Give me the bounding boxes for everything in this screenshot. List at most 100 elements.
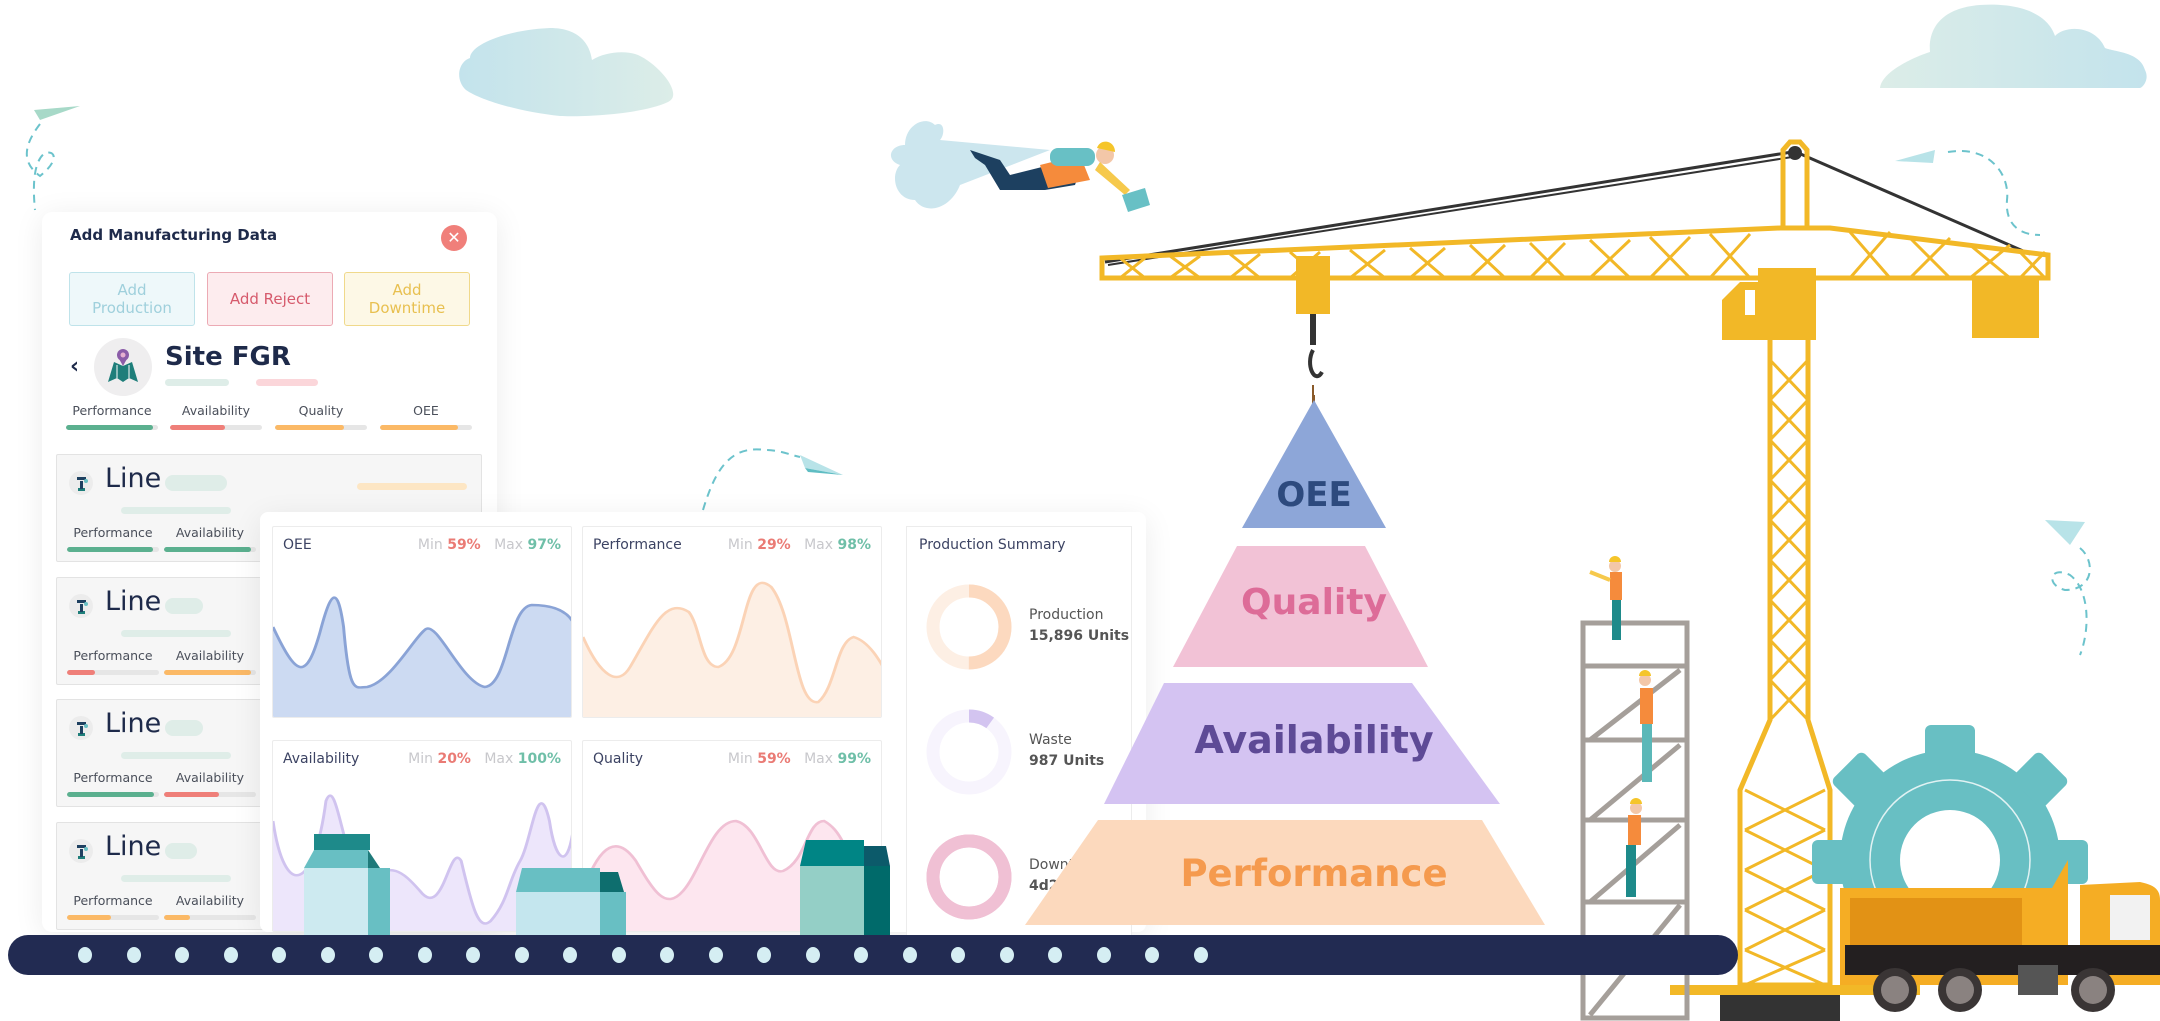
max-value: 97%	[527, 537, 561, 553]
donut-value	[926, 834, 1012, 920]
conveyor-roller	[417, 947, 432, 963]
conveyor-roller	[805, 947, 820, 963]
add-reject-button[interactable]: Add Reject	[207, 272, 333, 326]
line-metric-bar	[67, 547, 159, 552]
min-label: Min	[417, 537, 443, 553]
line-metric-bar	[164, 547, 256, 552]
add-production-button[interactable]: Add Production	[69, 272, 195, 326]
max-label: Max	[494, 537, 524, 553]
pyramid-label-performance: Performance	[1180, 852, 1448, 895]
donut-chart	[926, 834, 1012, 920]
site-metric-bar-fill	[380, 425, 459, 430]
conveyor-roller	[757, 947, 771, 963]
placeholder-pill	[165, 843, 197, 859]
max-value: 99%	[837, 751, 871, 767]
sparkline-area	[273, 596, 571, 717]
conveyor-roller	[1145, 947, 1159, 963]
line-name: Line	[105, 463, 162, 494]
chart-title: Performance	[593, 537, 682, 553]
conveyor-roller	[320, 947, 335, 963]
close-button[interactable]: ✕	[441, 225, 467, 251]
conveyor-roller	[223, 947, 238, 963]
max-label: Max	[804, 751, 834, 767]
pyramid-label-availability: Availability	[1194, 718, 1434, 762]
robot-arm-icon	[69, 839, 93, 863]
site-metric-bar-fill	[275, 425, 344, 430]
map-pin-icon	[108, 349, 138, 382]
close-icon: ✕	[447, 228, 461, 247]
line-metric-bar-fill	[67, 915, 112, 920]
site-metric-label: Performance	[72, 403, 152, 418]
chart-title: Availability	[283, 751, 360, 767]
conveyor-roller	[708, 947, 723, 963]
line-metric-bar-fill	[164, 792, 220, 797]
line-metric-bar-fill	[67, 547, 153, 552]
robot-arm-icon	[69, 594, 93, 618]
line-metric-label: Performance	[73, 770, 153, 785]
line-metric-bar	[164, 915, 256, 920]
summary-item: Production 15,896 Units	[919, 577, 1129, 677]
conveyor-roller	[1048, 947, 1062, 963]
line-metric-bar-fill	[164, 915, 190, 920]
paper-plane-icon	[1895, 149, 2041, 236]
min-label: Min	[408, 751, 433, 767]
line-metric-bar-fill	[164, 547, 252, 552]
chart-title: Quality	[593, 751, 644, 767]
line-metric-label: Performance	[73, 648, 153, 663]
conveyor-roller	[369, 947, 383, 963]
placeholder-pill	[165, 379, 229, 386]
placeholder-pill	[165, 720, 203, 736]
sparkline-fill	[273, 597, 571, 717]
conveyor-roller	[466, 947, 480, 963]
site-name: Site FGR	[165, 342, 291, 372]
site-metric-label: Quality	[298, 403, 344, 418]
chevron-left-icon[interactable]: ‹	[70, 354, 79, 379]
conveyor-roller	[175, 947, 189, 963]
min-value: 29%	[757, 537, 791, 553]
line-metric-bar	[67, 792, 159, 797]
summary-item: Downtime 4d2	[919, 827, 1100, 927]
placeholder-pill	[256, 379, 318, 386]
line-metric-bar	[164, 792, 256, 797]
max-label: Max	[484, 751, 514, 767]
line-metric-bar	[67, 670, 159, 675]
add-downtime-button[interactable]: Add Downtime	[344, 272, 470, 326]
conveyor-roller	[999, 947, 1014, 963]
line-name: Line	[105, 708, 162, 739]
paper-plane-icon	[702, 448, 843, 511]
conveyor-roller	[563, 947, 577, 963]
site-metric-label: OEE	[413, 403, 439, 418]
summary-item: Waste 987 Units	[919, 702, 1104, 802]
donut-track	[926, 709, 1012, 795]
conveyor-belt-icon	[8, 935, 1738, 975]
site-metric-bar	[275, 425, 367, 430]
placeholder-pill	[357, 483, 467, 490]
site-metric-bar	[66, 425, 158, 430]
min-value: 20%	[437, 751, 471, 767]
line-metric-bar	[164, 670, 256, 675]
line-metric-label: Availability	[175, 525, 245, 540]
site-metric-bar-fill	[66, 425, 154, 430]
robot-arm-icon	[69, 716, 93, 740]
panel-title: Add Manufacturing Data	[70, 226, 278, 244]
sparkline-area	[583, 581, 881, 717]
conveyor-roller	[126, 947, 141, 963]
line-metric-bar-fill	[164, 670, 252, 675]
line-name: Line	[105, 831, 162, 862]
conveyor-roller	[1193, 947, 1208, 963]
placeholder-pill	[165, 475, 227, 491]
placeholder-pill	[121, 507, 231, 514]
donut-chart	[926, 584, 1012, 670]
conveyor-roller	[78, 947, 92, 963]
milk-carton-icon	[800, 840, 890, 940]
site-metric-label: Availability	[181, 403, 251, 418]
line-metric-label: Availability	[175, 893, 245, 908]
milk-carton-icon	[304, 834, 390, 940]
line-name: Line	[105, 586, 162, 617]
conveyor-roller	[902, 947, 917, 963]
min-label: Min	[727, 537, 753, 553]
conveyor-roller	[660, 947, 674, 963]
site-metric-bar	[380, 425, 472, 430]
site-metric-bar	[170, 425, 262, 430]
chart-minmax: Min 59% Max 97%	[418, 537, 561, 553]
